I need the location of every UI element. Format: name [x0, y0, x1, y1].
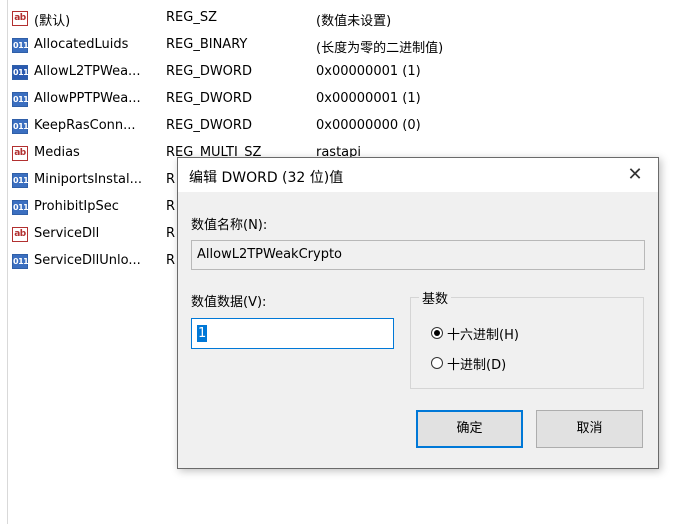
registry-value-name: MiniportsInstal...: [34, 172, 143, 187]
ok-button[interactable]: 确定: [416, 410, 523, 448]
value-name-field: AllowL2TPWeakCrypto: [191, 240, 645, 270]
registry-value-name: ProhibitIpSec: [34, 199, 119, 214]
radio-hex-indicator[interactable]: [431, 327, 443, 339]
close-icon[interactable]: ✕: [612, 158, 658, 192]
registry-row-allowpptp[interactable]: 011 AllowPPTPWea... REG_DWORD 0x00000001…: [12, 89, 692, 111]
base-label: 基数: [419, 288, 452, 307]
string-value-icon: ab: [12, 146, 28, 161]
registry-value-data: 0x00000001 (1): [316, 91, 421, 106]
binary-value-icon: 011: [12, 92, 29, 107]
radio-dec-label[interactable]: 十进制(D): [447, 354, 506, 373]
registry-value-type: REG_DWORD: [166, 91, 252, 106]
binary-value-icon: 011: [12, 65, 29, 80]
registry-value-type: R: [166, 199, 176, 214]
edit-dword-dialog: 编辑 DWORD (32 位)值 ✕ 数值名称(N): AllowL2TPWea…: [177, 157, 659, 469]
registry-value-type: R: [166, 172, 176, 187]
dialog-title: 编辑 DWORD (32 位)值: [189, 170, 344, 186]
registry-row-allowl2tp[interactable]: 011 AllowL2TPWea... REG_DWORD 0x00000001…: [12, 62, 692, 84]
registry-value-data: 0x00000000 (0): [316, 118, 421, 133]
value-data-label: 数值数据(V):: [191, 295, 267, 310]
registry-value-type: REG_DWORD: [166, 118, 252, 133]
string-value-icon: ab: [12, 11, 28, 26]
registry-value-type: REG_SZ: [166, 10, 217, 25]
binary-value-icon: 011: [12, 119, 29, 134]
registry-value-name: AllowL2TPWea...: [34, 64, 141, 79]
radio-dec-indicator[interactable]: [431, 357, 443, 369]
registry-value-type: R: [166, 226, 176, 241]
cancel-button[interactable]: 取消: [536, 410, 643, 448]
binary-value-icon: 011: [12, 254, 29, 269]
value-data-input[interactable]: 1: [191, 318, 394, 349]
registry-value-name: AllocatedLuids: [34, 37, 129, 52]
registry-value-name: ServiceDll: [34, 226, 100, 241]
registry-value-name: ServiceDllUnlo...: [34, 253, 141, 268]
left-border: [7, 0, 8, 524]
registry-value-type: REG_BINARY: [166, 37, 248, 52]
registry-value-name: Medias: [34, 145, 80, 160]
dialog-titlebar[interactable]: 编辑 DWORD (32 位)值 ✕: [178, 158, 658, 192]
binary-value-icon: 011: [12, 38, 29, 53]
registry-value-data: (长度为零的二进制值): [316, 41, 444, 56]
registry-value-name: (默认): [34, 14, 71, 29]
radio-hex-label[interactable]: 十六进制(H): [447, 324, 519, 343]
registry-row-allocatedluids[interactable]: 011 AllocatedLuids REG_BINARY (长度为零的二进制值…: [12, 35, 692, 57]
registry-value-name: KeepRasConn...: [34, 118, 136, 133]
registry-value-name: AllowPPTPWea...: [34, 91, 141, 106]
string-value-icon: ab: [12, 227, 28, 242]
binary-value-icon: 011: [12, 173, 29, 188]
registry-value-type: R: [166, 253, 176, 268]
binary-value-icon: 011: [12, 200, 29, 215]
registry-value-data: 0x00000001 (1): [316, 64, 421, 79]
registry-value-data: (数值未设置): [316, 14, 392, 29]
registry-row-default[interactable]: ab (默认) REG_SZ (数值未设置): [12, 8, 692, 30]
registry-value-type: REG_DWORD: [166, 64, 252, 79]
registry-row-keeprasconn[interactable]: 011 KeepRasConn... REG_DWORD 0x00000000 …: [12, 116, 692, 138]
base-groupbox: 基数 十六进制(H) 十进制(D): [410, 288, 644, 389]
value-name-label: 数值名称(N):: [191, 218, 268, 233]
value-data-text: 1: [197, 325, 208, 342]
